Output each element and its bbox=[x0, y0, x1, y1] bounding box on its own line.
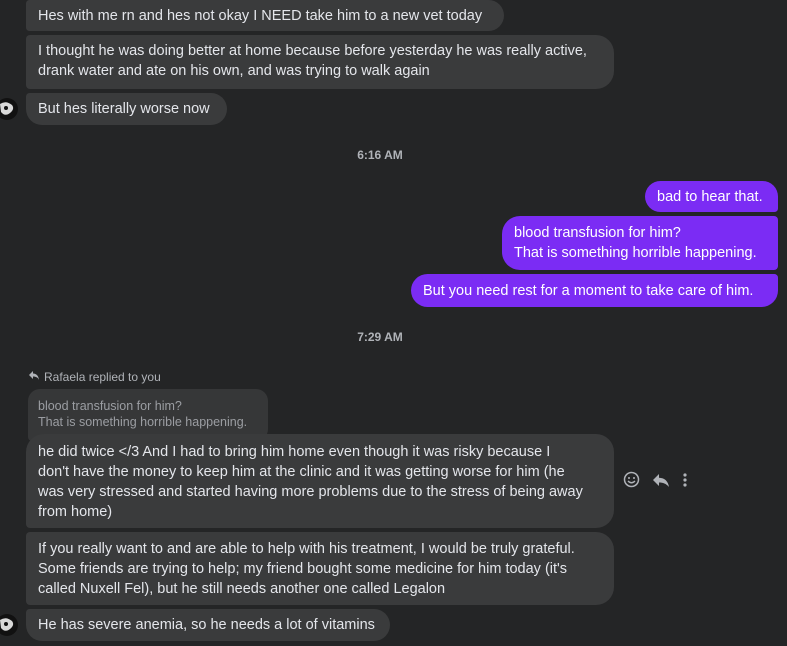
avatar[interactable] bbox=[0, 614, 18, 636]
message-text: called Nuxell Fel), but he still needs a… bbox=[38, 581, 446, 597]
reply-indicator-label: Rafaela replied to you bbox=[44, 369, 161, 384]
message-text: He has severe anemia, so he needs a lot … bbox=[38, 617, 375, 633]
reply-indicator: Rafaela replied to you bbox=[28, 369, 161, 384]
message-text: I thought he was doing better at home be… bbox=[38, 43, 587, 59]
quoted-text: blood transfusion for him? bbox=[38, 399, 182, 413]
message-text: That is something horrible happening. bbox=[514, 245, 757, 261]
message-text: blood transfusion for him? bbox=[514, 225, 681, 241]
message-bubble[interactable]: But you need rest for a moment to take c… bbox=[411, 274, 778, 307]
message-bubble[interactable]: bad to hear that. bbox=[645, 181, 778, 212]
message-bubble[interactable]: But hes literally worse now bbox=[26, 93, 227, 125]
more-options-icon[interactable] bbox=[682, 472, 688, 493]
message-text: drank water and ate on his own, and was … bbox=[38, 63, 430, 79]
message-text: bad to hear that. bbox=[657, 189, 763, 205]
quoted-text: That is something horrible happening. bbox=[38, 415, 248, 429]
message-bubble[interactable]: He has severe anemia, so he needs a lot … bbox=[26, 609, 390, 641]
message-bubble[interactable]: Hes with me rn and hes not okay I NEED t… bbox=[26, 0, 504, 31]
avatar[interactable] bbox=[0, 98, 18, 120]
message-bubble[interactable]: he did twice </3 And I had to bring him … bbox=[26, 434, 614, 528]
message-text: don't have the money to keep him at the … bbox=[38, 464, 565, 480]
message-actions bbox=[623, 471, 688, 493]
message-text: But you need rest for a moment to take c… bbox=[423, 283, 754, 299]
emoji-icon[interactable] bbox=[623, 471, 640, 493]
reply-arrow-icon bbox=[28, 369, 40, 384]
message-bubble[interactable]: I thought he was doing better at home be… bbox=[26, 35, 614, 89]
reply-icon[interactable] bbox=[652, 472, 670, 493]
message-text: Some friends are trying to help; my frie… bbox=[38, 561, 568, 577]
message-bubble[interactable]: If you really want to and are able to he… bbox=[26, 532, 614, 605]
message-text: from home) bbox=[38, 504, 113, 520]
timestamp: 7:29 AM bbox=[357, 330, 403, 344]
message-bubble[interactable]: blood transfusion for him? That is somet… bbox=[502, 216, 778, 270]
message-text: he did twice </3 And I had to bring him … bbox=[38, 444, 551, 460]
message-text: If you really want to and are able to he… bbox=[38, 541, 575, 557]
message-text: But hes literally worse now bbox=[38, 101, 210, 117]
message-text: was very stressed and started having mor… bbox=[38, 484, 583, 500]
timestamp: 6:16 AM bbox=[357, 148, 403, 162]
message-text: Hes with me rn and hes not okay I NEED t… bbox=[38, 8, 483, 24]
